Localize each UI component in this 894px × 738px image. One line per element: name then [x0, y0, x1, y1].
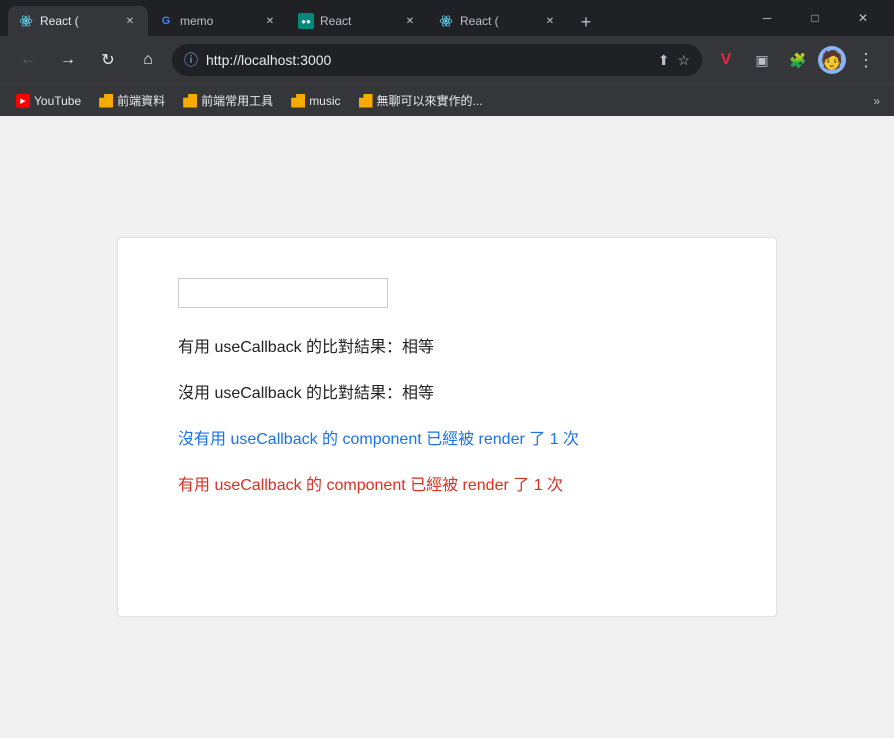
window-controls: ─ □ ✕ [744, 2, 886, 34]
bookmark-frontend-tools[interactable]: 前端常用工具 [175, 88, 281, 113]
avatar-img: 🧑 [821, 50, 843, 71]
meet-tab-icon-3: ●● [298, 13, 314, 29]
folder-icon-3 [291, 94, 305, 108]
tab-label-1: React ( [40, 14, 116, 28]
maximize-button[interactable]: □ [792, 2, 838, 34]
bookmark-frontend-data[interactable]: 前端資料 [91, 88, 173, 113]
demo-input[interactable] [178, 278, 388, 308]
tab-close-1[interactable]: ✕ [122, 13, 138, 29]
menu-button[interactable]: ⋮ [850, 44, 882, 76]
minimize-button[interactable]: ─ [744, 2, 790, 34]
react-tab-icon-4 [438, 13, 454, 29]
line-without-callback-render-count: 沒有用 useCallback 的 component 已經被 render 了… [178, 428, 716, 452]
line-without-callback-result: 沒用 useCallback 的比對結果：相等 [178, 382, 716, 406]
sidebar-icon[interactable]: ▣ [746, 44, 778, 76]
tab-label-3: React [320, 14, 396, 28]
vivaldi-icon[interactable]: V [710, 44, 742, 76]
tab-meet[interactable]: ●● React ✕ [288, 6, 428, 36]
bookmark-label-youtube: YouTube [34, 94, 81, 108]
forward-button[interactable]: → [52, 44, 84, 76]
tab-close-2[interactable]: ✕ [262, 13, 278, 29]
address-bar[interactable]: ⓘ http://localhost:3000 ⬆ ☆ [172, 44, 702, 76]
bookmark-label-2: 前端常用工具 [201, 92, 273, 109]
avatar[interactable]: 🧑 [818, 46, 846, 74]
line-with-callback-result: 有用 useCallback 的比對結果：相等 [178, 336, 716, 360]
demo-card: 有用 useCallback 的比對結果：相等 沒用 useCallback 的… [117, 237, 777, 617]
page-content: 有用 useCallback 的比對結果：相等 沒用 useCallback 的… [0, 116, 894, 738]
tab-close-4[interactable]: ✕ [542, 13, 558, 29]
bookmarks-bar: YouTube 前端資料 前端常用工具 music 無聊可以來實作的... » [0, 84, 894, 116]
folder-icon-1 [99, 94, 113, 108]
tab-memo[interactable]: G memo ✕ [148, 6, 288, 36]
address-security-icon: ⓘ [184, 50, 198, 70]
bookmark-youtube[interactable]: YouTube [8, 90, 89, 112]
tab-close-3[interactable]: ✕ [402, 13, 418, 29]
tab-label-4: React ( [460, 14, 536, 28]
bookmark-label-1: 前端資料 [117, 92, 165, 109]
new-tab-button[interactable]: + [572, 8, 600, 36]
home-button[interactable]: ⌂ [132, 44, 164, 76]
google-tab-icon-2: G [158, 13, 174, 29]
tabs-container: React ( ✕ G memo ✕ ●● React ✕ R [8, 0, 744, 36]
bookmark-ideas[interactable]: 無聊可以來實作的... [351, 88, 491, 113]
bookmarks-more-button[interactable]: » [867, 90, 886, 112]
close-button[interactable]: ✕ [840, 2, 886, 34]
back-button[interactable]: ← [12, 44, 44, 76]
tab-label-2: memo [180, 14, 256, 28]
folder-icon-2 [183, 94, 197, 108]
bookmark-label-3: music [309, 94, 340, 108]
reload-button[interactable]: ↻ [92, 44, 124, 76]
react-tab-icon-1 [18, 13, 34, 29]
tab-react-1[interactable]: React ( ✕ [8, 6, 148, 36]
tab-react-4[interactable]: React ( ✕ [428, 6, 568, 36]
address-bookmark-icon: ☆ [677, 52, 690, 69]
line-with-callback-render-count: 有用 useCallback 的 component 已經被 render 了 … [178, 474, 716, 498]
bookmark-label-4: 無聊可以來實作的... [377, 92, 483, 109]
nav-right-icons: V ▣ 🧩 🧑 ⋮ [710, 44, 882, 76]
address-text: http://localhost:3000 [206, 52, 650, 68]
bookmark-music[interactable]: music [283, 90, 348, 112]
address-share-icon: ⬆ [658, 52, 670, 69]
titlebar: React ( ✕ G memo ✕ ●● React ✕ R [0, 0, 894, 36]
extensions-icon[interactable]: 🧩 [782, 44, 814, 76]
folder-icon-4 [359, 94, 373, 108]
navbar: ← → ↻ ⌂ ⓘ http://localhost:3000 ⬆ ☆ V ▣ … [0, 36, 894, 84]
youtube-icon [16, 94, 30, 108]
